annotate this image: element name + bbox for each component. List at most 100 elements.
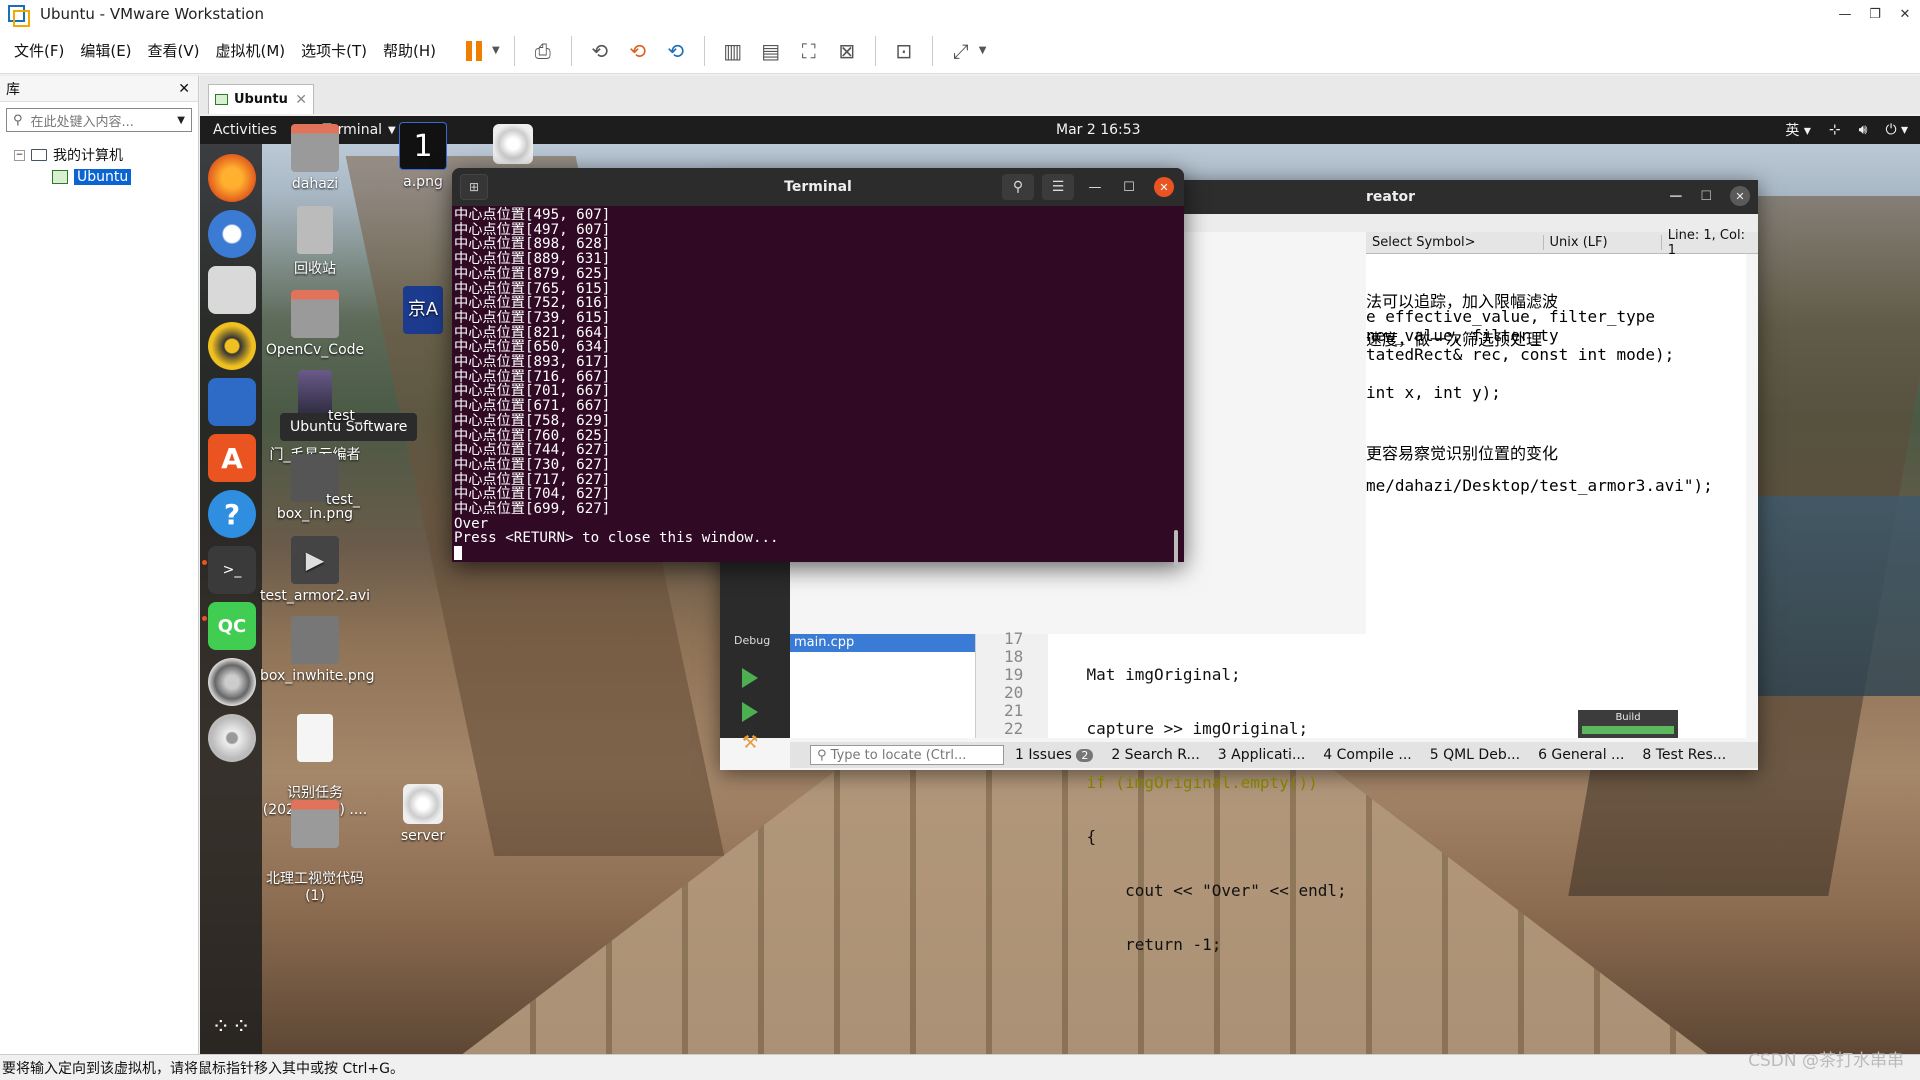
power-icon[interactable]: ⏻ ▾ xyxy=(1885,122,1908,138)
snapshot-icon[interactable]: ⟲ xyxy=(586,37,614,65)
desktop-icon-trash[interactable]: 回收站 xyxy=(260,206,370,278)
pane-application-output[interactable]: 3 Applicati... xyxy=(1211,747,1313,763)
stretch-dropdown-icon[interactable]: ▼ xyxy=(979,45,987,56)
vm-screen[interactable]: Activities Terminal ▼ Mar 2 16:53 英 ▾ ⊹ … xyxy=(200,116,1920,1054)
desktop-icon-test-1[interactable]: test_ xyxy=(328,408,368,424)
folder-icon xyxy=(291,800,339,848)
video-editor-icon[interactable] xyxy=(208,658,256,706)
send-ctrl-alt-del-icon[interactable]: ⎙ xyxy=(529,37,557,65)
help-icon[interactable]: ? xyxy=(208,490,256,538)
unity-icon[interactable]: ⊠ xyxy=(833,37,861,65)
terminal-icon[interactable]: >_ xyxy=(208,546,256,594)
desktop-icon-label: OpenCv_Code xyxy=(265,342,365,358)
search-icon[interactable]: ⚲ xyxy=(1002,174,1034,200)
input-method-indicator[interactable]: 英 ▾ xyxy=(1785,120,1810,140)
thumbnail-view-icon[interactable]: ▤ xyxy=(757,37,785,65)
menu-edit[interactable]: 编辑(E) xyxy=(72,40,139,61)
desktop-icon-bit-code[interactable]: 北理工视觉代码 (1) xyxy=(260,784,370,920)
terminal-scrollbar[interactable] xyxy=(1174,530,1178,566)
collapse-icon[interactable]: − xyxy=(14,149,25,161)
restore-button[interactable]: ❐ xyxy=(1860,0,1890,28)
minimize-icon[interactable]: — xyxy=(1669,189,1682,204)
debug-run-icon[interactable] xyxy=(742,702,758,722)
tree-item-ubuntu[interactable]: Ubuntu xyxy=(14,166,184,188)
window-titlebar: Ubuntu - VMware Workstation — ❐ ✕ xyxy=(0,0,1920,28)
editor-toolbar: Select Symbol> Unix (LF) Line: 1, Col: 1 xyxy=(1366,228,1758,258)
pane-test-results[interactable]: 8 Test Res... xyxy=(1635,747,1733,763)
library-view-icon[interactable]: ▥ xyxy=(719,37,747,65)
desktop-icon-dahazi[interactable]: dahazi xyxy=(260,124,370,192)
menu-file[interactable]: 文件(F) xyxy=(6,40,72,61)
desktop-icon-test-2[interactable]: test_ xyxy=(326,492,366,508)
search-dropdown-icon[interactable]: ▼ xyxy=(177,115,185,126)
tree-item-my-computer[interactable]: − 我的计算机 xyxy=(14,144,184,166)
hamburger-menu-icon[interactable]: ☰ xyxy=(1042,174,1074,200)
menu-tabs[interactable]: 选项卡(T) xyxy=(293,40,375,61)
menu-view[interactable]: 查看(V) xyxy=(140,40,208,61)
terminal-line: 中心点位置[760, 625] xyxy=(454,427,611,444)
firefox-icon[interactable] xyxy=(208,154,256,202)
tab-ubuntu[interactable]: Ubuntu ✕ xyxy=(208,84,314,114)
pane-general-messages[interactable]: 6 General ... xyxy=(1531,747,1631,763)
qt-creator-icon[interactable]: QC xyxy=(208,602,256,650)
network-icon[interactable]: ⊹ xyxy=(1829,122,1841,138)
video-file-icon: ▶ xyxy=(291,536,339,584)
terminal-output[interactable]: 中心点位置[495, 607] 中心点位置[497, 607] 中心点位置[898,… xyxy=(452,206,1184,562)
desktop-icon-opencv[interactable]: OpenCv_Code xyxy=(260,290,370,358)
library-close-icon[interactable]: ✕ xyxy=(178,81,190,97)
close-button[interactable]: ✕ xyxy=(1890,0,1920,28)
locator-input[interactable]: ⚲ Type to locate (Ctrl... xyxy=(810,745,1004,765)
debug-mode-label[interactable]: Debug xyxy=(734,634,770,647)
terminal-titlebar: ⊞ Terminal ⚲ ☰ — ☐ ✕ xyxy=(452,168,1184,206)
executable-icon xyxy=(493,124,533,164)
trash-icon xyxy=(297,206,333,254)
snapshot-manager-icon[interactable]: ⟲ xyxy=(662,37,690,65)
software-center-icon[interactable]: A xyxy=(208,434,256,482)
desktop-icon-box-inwhite[interactable]: box_inwhite.png xyxy=(260,616,375,684)
mail-icon[interactable] xyxy=(208,210,256,258)
menu-help[interactable]: 帮助(H) xyxy=(375,40,444,61)
show-apps-icon[interactable]: ⁘⁘ xyxy=(208,1004,256,1052)
revert-snapshot-icon[interactable]: ⟲ xyxy=(624,37,652,65)
fullscreen-icon[interactable]: ⛶ xyxy=(795,37,823,65)
writer-icon[interactable] xyxy=(208,378,256,426)
clock[interactable]: Mar 2 16:53 xyxy=(1056,122,1141,138)
library-search-input[interactable]: ⚲ 在此处键入内容... ▼ xyxy=(6,108,192,132)
pane-compile-output[interactable]: 4 Compile ... xyxy=(1316,747,1418,763)
terminal-window[interactable]: ⊞ Terminal ⚲ ☰ — ☐ ✕ 中心点位置[495, 607] 中心点位… xyxy=(452,168,1184,566)
run-icon[interactable] xyxy=(742,668,758,688)
minimize-button[interactable]: — xyxy=(1830,0,1860,28)
volume-icon[interactable]: 🔊︎ xyxy=(1859,122,1868,138)
close-icon[interactable]: ✕ xyxy=(1154,177,1174,197)
maximize-icon[interactable]: ☐ xyxy=(1700,189,1712,204)
files-icon[interactable] xyxy=(208,266,256,314)
pane-issues[interactable]: 1 Issues 2 xyxy=(1008,747,1100,763)
build-progress[interactable]: Build xyxy=(1578,710,1678,738)
pause-icon[interactable] xyxy=(460,37,488,65)
rhythmbox-icon[interactable] xyxy=(208,322,256,370)
desktop-icon-test-armor2[interactable]: ▶ test_armor2.avi xyxy=(260,536,370,604)
console-view-icon[interactable]: ⊡ xyxy=(890,37,918,65)
menu-vm[interactable]: 虚拟机(M) xyxy=(208,40,294,61)
terminal-line: 中心点位置[889, 631] xyxy=(454,251,611,268)
pane-qml-debugger[interactable]: 5 QML Deb... xyxy=(1423,747,1527,763)
desktop-icon-label: box_inwhite.png xyxy=(260,668,375,684)
symbol-selector[interactable]: Select Symbol> xyxy=(1366,235,1544,250)
maximize-icon[interactable]: ☐ xyxy=(1116,174,1142,200)
pause-dropdown-icon[interactable]: ▼ xyxy=(492,45,500,56)
pane-search-results[interactable]: 2 Search R... xyxy=(1104,747,1206,763)
desktop-icon-label: 回收站 xyxy=(294,261,336,277)
terminal-line: 中心点位置[758, 629] xyxy=(454,412,611,429)
stretch-icon[interactable]: ⤢ xyxy=(947,37,975,65)
close-icon[interactable]: ✕ xyxy=(1730,186,1750,206)
desktop-icon-box-in[interactable]: box_in.png xyxy=(260,454,370,522)
minimize-icon[interactable]: — xyxy=(1082,174,1108,200)
desktop-icon-server[interactable]: server xyxy=(368,784,478,844)
code-line: if (imgOriginal.empty()) xyxy=(1048,773,1318,792)
line-ending-selector[interactable]: Unix (LF) xyxy=(1544,235,1662,250)
cursor-position[interactable]: Line: 1, Col: 1 xyxy=(1662,228,1758,258)
file-item-main-cpp[interactable]: main.cpp xyxy=(790,634,975,652)
build-hammer-icon[interactable]: ⚒ xyxy=(742,732,758,753)
dvd-icon[interactable] xyxy=(208,714,256,762)
tab-close-icon[interactable]: ✕ xyxy=(295,92,307,108)
